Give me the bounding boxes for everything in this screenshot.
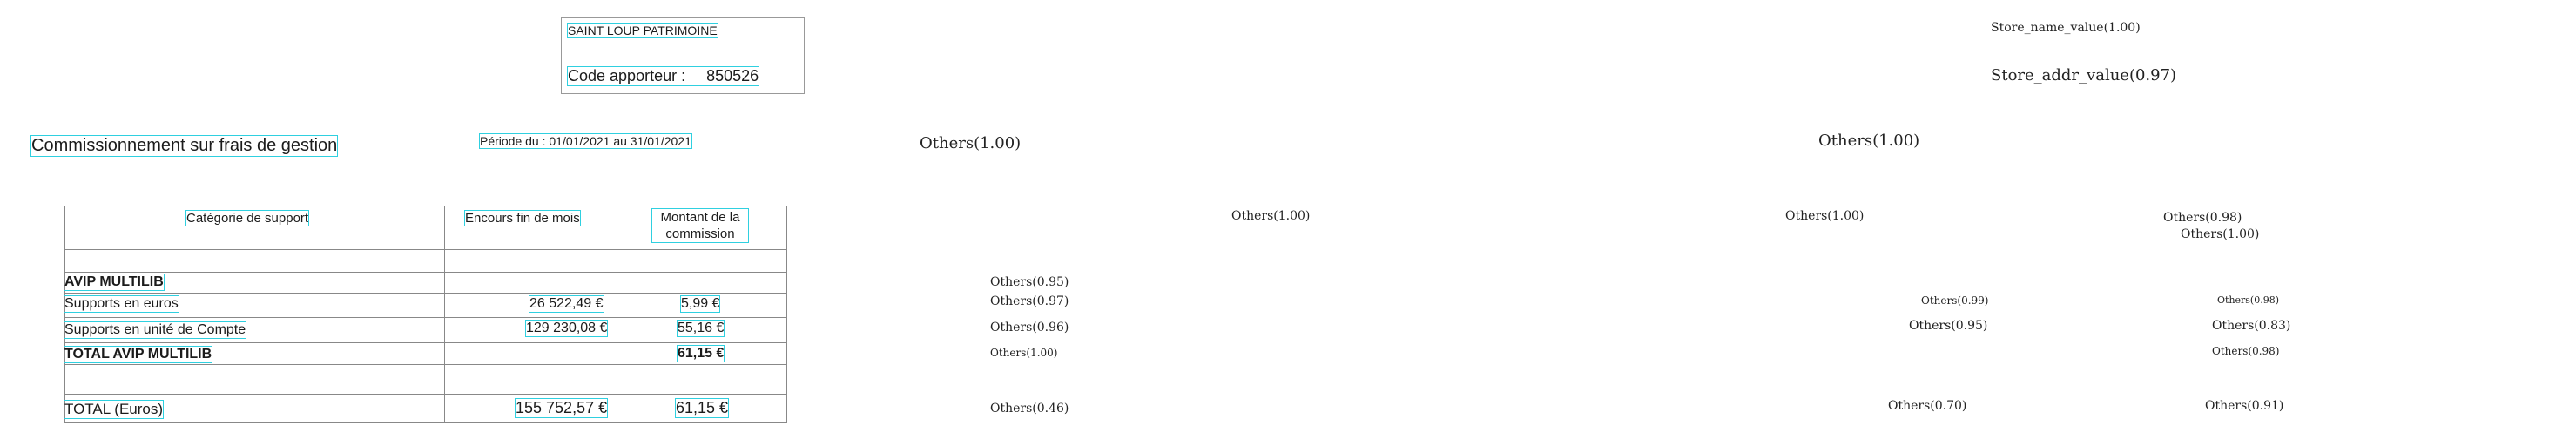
table-line xyxy=(64,317,787,318)
ann-header-b: Others(1.00) xyxy=(1785,209,1865,223)
col-header-encours: Encours fin de mois xyxy=(464,210,581,226)
store-name: SAINT LOUP PATRIMOINE xyxy=(567,23,718,38)
table-line xyxy=(64,293,787,294)
code-label: Code apporteur : xyxy=(568,67,686,84)
ann-store-name: Store_name_value(1.00) xyxy=(1991,21,2141,35)
ann-euros-c: Others(0.98) xyxy=(2217,294,2280,306)
table-line xyxy=(64,422,787,423)
code-value: 850526 xyxy=(706,67,759,84)
ann-avip: Others(0.95) xyxy=(990,275,1069,289)
ann-total-avip-c: Others(0.98) xyxy=(2212,345,2280,357)
ann-store-addr: Store_addr_value(0.97) xyxy=(1991,66,2177,84)
ann-title: Others(1.00) xyxy=(920,134,1022,152)
ann-total-b: Others(0.70) xyxy=(1888,399,1967,413)
commission-table: Catégorie de support Encours fin de mois… xyxy=(63,206,787,423)
row-montant: 5,99 € xyxy=(679,295,721,313)
table-line xyxy=(64,364,787,365)
table-line xyxy=(64,394,787,395)
ann-uc-c: Others(0.83) xyxy=(2212,319,2291,333)
periode: Période du : 01/01/2021 au 31/01/2021 xyxy=(479,133,692,149)
table-line xyxy=(444,206,445,423)
page-title: Commissionnement sur frais de gestion xyxy=(30,135,339,157)
col-header-categorie: Catégorie de support xyxy=(185,210,310,226)
ann-header-a: Others(1.00) xyxy=(1231,209,1311,223)
table-line xyxy=(64,249,787,250)
ann-header-c2: Others(1.00) xyxy=(2181,227,2260,241)
row-label: TOTAL AVIP MULTILIB xyxy=(63,346,213,363)
row-montant: 61,15 € xyxy=(674,398,730,418)
row-encours: 129 230,08 € xyxy=(524,320,609,337)
row-encours: 26 522,49 € xyxy=(529,295,604,313)
table-line xyxy=(64,342,787,343)
ann-euros-b: Others(0.99) xyxy=(1921,294,1989,307)
row-montant: 61,15 € xyxy=(676,345,725,362)
row-label: Supports en unité de Compte xyxy=(63,321,247,339)
ann-header-c: Others(0.98) xyxy=(2163,211,2242,225)
code-apporteur: Code apporteur : 850526 xyxy=(566,66,760,86)
row-label: Supports en euros xyxy=(64,295,179,313)
table-line xyxy=(786,206,787,423)
ann-uc-a: Others(0.96) xyxy=(990,321,1069,334)
col-header-montant: Montant de la commission xyxy=(651,208,749,243)
row-label: AVIP MULTILIB xyxy=(64,274,165,291)
table-line xyxy=(64,272,787,273)
row-encours: 155 752,57 € xyxy=(514,398,609,418)
ann-periode: Others(1.00) xyxy=(1818,132,1920,150)
table-line xyxy=(64,206,65,423)
ann-total-c: Others(0.91) xyxy=(2205,399,2284,413)
ann-total-avip-a: Others(1.00) xyxy=(990,347,1058,359)
ann-uc-b: Others(0.95) xyxy=(1909,319,1988,333)
row-montant: 55,16 € xyxy=(676,320,725,337)
ann-euros-a: Others(0.97) xyxy=(990,294,1069,308)
ann-total-a: Others(0.46) xyxy=(990,402,1069,416)
row-label: TOTAL (Euros) xyxy=(63,400,165,419)
